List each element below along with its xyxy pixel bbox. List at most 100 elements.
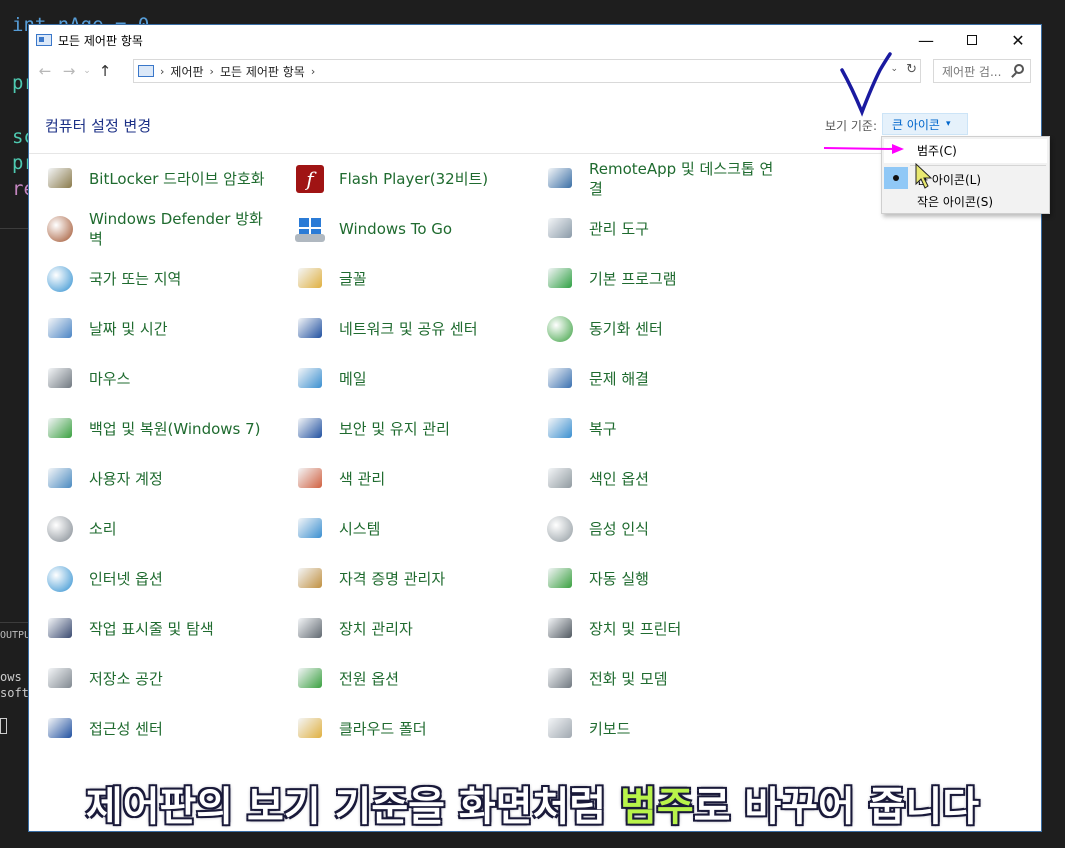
breadcrumb-separator[interactable]: › — [311, 65, 315, 78]
control-panel-item-label: 인터넷 옵션 — [89, 570, 163, 588]
control-panel-item[interactable]: 복구 — [543, 406, 783, 452]
control-panel-item[interactable]: 저장소 공간 — [43, 656, 283, 702]
control-panel-item[interactable]: 문제 해결 — [543, 356, 783, 402]
search-icon[interactable] — [1014, 64, 1024, 74]
refresh-button[interactable]: ↻ — [906, 62, 917, 77]
storage-icon — [43, 662, 77, 696]
keyboard-icon — [543, 712, 577, 746]
firewall-icon — [43, 212, 77, 246]
control-panel-item[interactable]: 전화 및 모뎀 — [543, 656, 783, 702]
up-button[interactable]: ↑ — [93, 62, 117, 80]
speech-icon — [543, 512, 577, 546]
backup-icon — [43, 412, 77, 446]
control-panel-item[interactable]: 백업 및 복원(Windows 7) — [43, 406, 283, 452]
security-flag-icon — [293, 412, 327, 446]
control-panel-item[interactable]: 글꼴 — [293, 256, 533, 302]
control-panel-item[interactable]: 동기화 센터 — [543, 306, 783, 352]
control-panel-item[interactable]: 사용자 계정 — [43, 456, 283, 502]
control-panel-item[interactable]: 자동 실행 — [543, 556, 783, 602]
breadcrumb-separator[interactable]: › — [210, 65, 214, 78]
address-bar[interactable]: › 제어판 › 모든 제어판 항목 › ⌄ ↻ — [133, 59, 921, 83]
breadcrumb-separator[interactable]: › — [160, 65, 164, 78]
control-panel-item[interactable]: 인터넷 옵션 — [43, 556, 283, 602]
control-panel-item-label: 키보드 — [589, 720, 631, 738]
control-panel-item[interactable]: 소리 — [43, 506, 283, 552]
control-panel-item[interactable]: RemoteApp 및 데스크톱 연결 — [543, 156, 783, 202]
phone-modem-icon — [543, 662, 577, 696]
control-panel-item[interactable]: 메일 — [293, 356, 533, 402]
maximize-button[interactable] — [949, 25, 995, 55]
control-panel-item[interactable]: 작업 표시줄 및 탐색 — [43, 606, 283, 652]
search-placeholder: 제어판 검... — [942, 64, 1002, 79]
fonts-icon — [293, 262, 327, 296]
control-panel-item[interactable]: BitLocker 드라이브 암호화 — [43, 156, 283, 202]
control-panel-item[interactable]: 음성 인식 — [543, 506, 783, 552]
control-panel-item-label: 시스템 — [339, 520, 381, 538]
control-panel-item-label: Windows To Go — [339, 220, 453, 238]
control-panel-item[interactable]: 장치 및 프린터 — [543, 606, 783, 652]
address-dropdown-button[interactable]: ⌄ — [890, 64, 898, 74]
control-panel-item[interactable]: 국가 또는 지역 — [43, 256, 283, 302]
sound-icon — [43, 512, 77, 546]
control-panel-item-label: 마우스 — [89, 370, 131, 388]
control-panel-item[interactable]: 네트워크 및 공유 센터 — [293, 306, 533, 352]
control-panel-item-label: 글꼴 — [339, 270, 367, 288]
control-panel-item[interactable]: 마우스 — [43, 356, 283, 402]
minimize-button[interactable]: — — [903, 25, 949, 55]
view-by-dropdown[interactable]: 큰 아이콘 ▾ — [882, 113, 968, 135]
control-panel-item[interactable]: 클라우드 폴더 — [293, 706, 533, 752]
control-panel-item-label: 음성 인식 — [589, 520, 649, 538]
control-panel-item[interactable]: 시스템 — [293, 506, 533, 552]
title-bar[interactable]: 모든 제어판 항목 — ✕ — [29, 25, 1041, 55]
control-panel-item[interactable]: Windows To Go — [293, 206, 533, 252]
recent-locations-button[interactable]: ⌄ — [81, 66, 93, 76]
search-input[interactable]: 제어판 검... — [933, 59, 1031, 83]
control-panel-item[interactable]: f Flash Player(32비트) — [293, 156, 533, 202]
menu-item-category[interactable]: 범주(C) — [884, 139, 1047, 163]
remoteapp-icon — [543, 162, 577, 196]
control-panel-item[interactable]: 날짜 및 시간 — [43, 306, 283, 352]
control-panel-item[interactable]: 전원 옵션 — [293, 656, 533, 702]
terminal-cursor — [0, 718, 7, 734]
dropdown-arrow-icon: ▾ — [945, 119, 951, 129]
radio-selected-icon — [884, 167, 908, 189]
menu-item-small-icons[interactable]: 작은 아이콘(S) — [917, 193, 993, 210]
control-panel-item-label: 복구 — [589, 420, 617, 438]
control-panel-item[interactable]: 색 관리 — [293, 456, 533, 502]
region-icon — [43, 262, 77, 296]
control-panel-item[interactable]: 자격 증명 관리자 — [293, 556, 533, 602]
user-accounts-icon — [43, 462, 77, 496]
control-panel-item-label: RemoteApp 및 데스크톱 연결 — [589, 160, 774, 198]
close-button[interactable]: ✕ — [995, 25, 1041, 55]
control-panel-item[interactable]: 접근성 센터 — [43, 706, 283, 752]
control-panel-item[interactable]: 색인 옵션 — [543, 456, 783, 502]
control-panel-item[interactable]: 보안 및 유지 관리 — [293, 406, 533, 452]
bitlocker-icon — [43, 162, 77, 196]
control-panel-item-label: 작업 표시줄 및 탐색 — [89, 620, 214, 638]
control-panel-item[interactable]: 장치 관리자 — [293, 606, 533, 652]
control-panel-item[interactable]: Windows Defender 방화벽 — [43, 206, 283, 252]
control-panel-item[interactable]: 관리 도구 — [543, 206, 783, 252]
control-panel-item-label: 백업 및 복원(Windows 7) — [89, 420, 261, 438]
indexing-icon — [543, 462, 577, 496]
recovery-icon — [543, 412, 577, 446]
control-panel-item[interactable]: 키보드 — [543, 706, 783, 752]
breadcrumb-item[interactable]: 모든 제어판 항목 — [220, 63, 305, 80]
back-button[interactable]: ← — [33, 62, 57, 80]
caption-text: 로 바꾸어 줍니다 — [693, 784, 980, 830]
breadcrumb-item[interactable]: 제어판 — [170, 63, 203, 80]
taskbar-icon — [43, 612, 77, 646]
mouse-icon — [43, 362, 77, 396]
control-panel-item-label: Flash Player(32비트) — [339, 170, 489, 188]
ease-of-access-icon — [43, 712, 77, 746]
navigation-bar: ← → ⌄ ↑ › 제어판 › 모든 제어판 항목 › ⌄ ↻ 제어판 검... — [29, 55, 1041, 87]
control-panel-item[interactable]: 기본 프로그램 — [543, 256, 783, 302]
editor-divider — [0, 228, 28, 229]
control-panel-item-label: 장치 관리자 — [339, 620, 413, 638]
control-panel-item-label: 장치 및 프린터 — [589, 620, 682, 638]
control-panel-icon — [138, 65, 154, 77]
forward-button[interactable]: → — [57, 62, 81, 80]
menu-item-large-icons[interactable]: 큰 아이콘(L) — [917, 171, 981, 188]
control-panel-item-label: 날짜 및 시간 — [89, 320, 168, 338]
window-title: 모든 제어판 항목 — [58, 33, 143, 48]
